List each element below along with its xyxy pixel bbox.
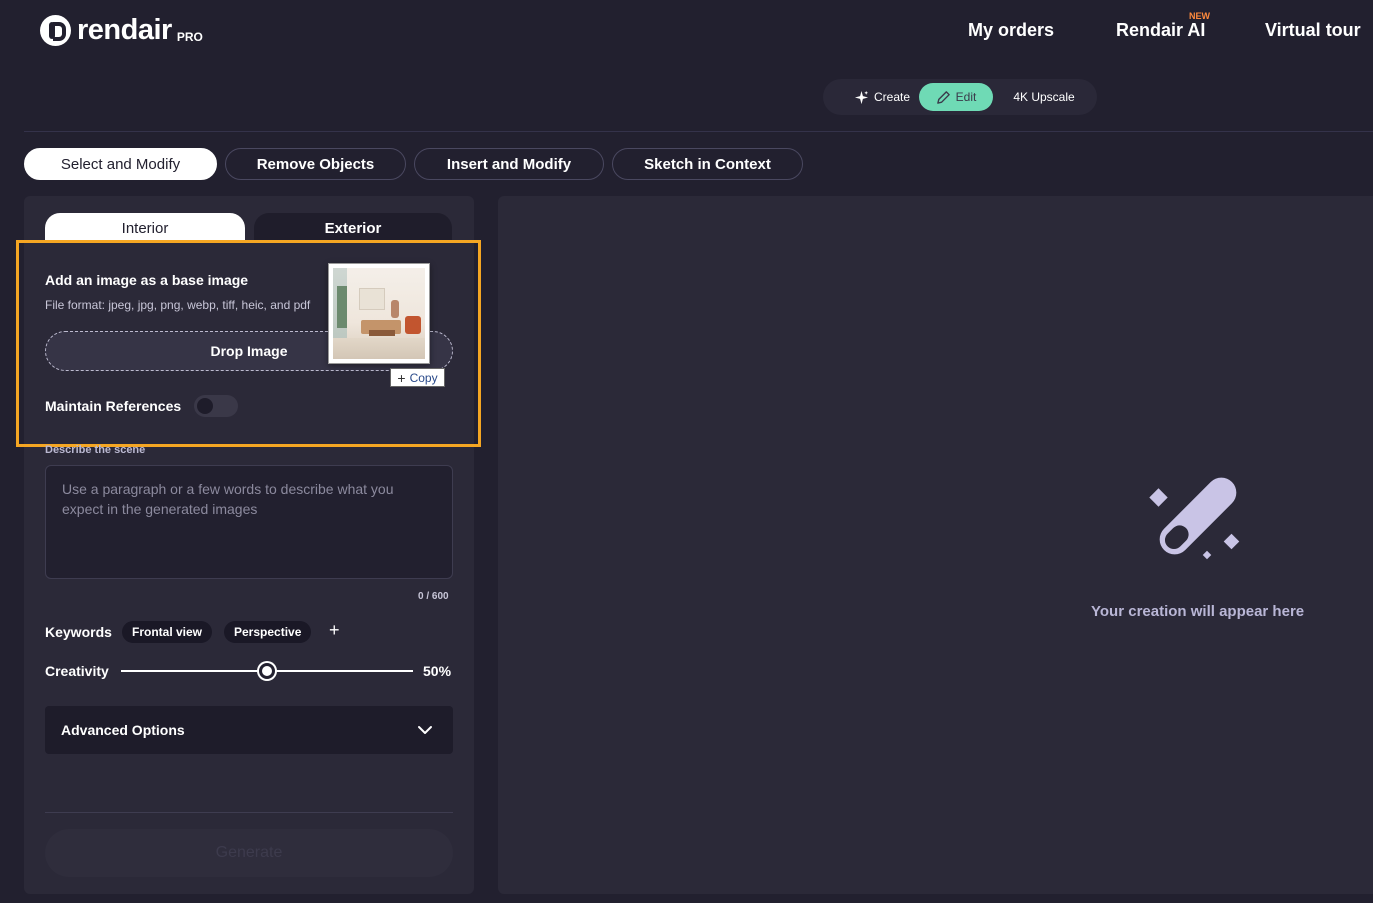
empty-state-text: Your creation will appear here [1091, 603, 1305, 620]
logo-text: rendair [77, 14, 172, 46]
tab-sketch-in-context[interactable]: Sketch in Context [612, 148, 803, 180]
chevron-down-icon [418, 726, 432, 734]
panel-divider [45, 812, 453, 813]
logo-icon [40, 15, 71, 46]
advanced-options-dropdown[interactable]: Advanced Options [45, 706, 453, 754]
creativity-slider-thumb[interactable] [259, 663, 275, 679]
mode-upscale[interactable]: 4K Upscale [1001, 83, 1087, 111]
pencil-icon [936, 90, 950, 104]
generate-button[interactable]: Generate [45, 829, 453, 877]
mode-edit[interactable]: Edit [919, 83, 993, 111]
sparkle-icon [854, 90, 869, 104]
header-divider [24, 131, 1373, 132]
nav-rendair-ai[interactable]: Rendair AI [1116, 20, 1205, 41]
logo-pro-badge: PRO [176, 29, 203, 44]
mode-switch: Create Edit 4K Upscale [823, 79, 1097, 115]
keyword-chip-perspective[interactable]: Perspective [224, 621, 312, 643]
creativity-label: Creativity [45, 663, 109, 679]
magic-wand-icon [1149, 477, 1240, 560]
segment-exterior[interactable]: Exterior [254, 213, 452, 243]
keyword-chip-frontal-view[interactable]: Frontal view [122, 621, 213, 643]
nav-virtual-tour[interactable]: Virtual tour [1265, 20, 1361, 41]
add-keyword-icon[interactable]: + [329, 620, 340, 641]
scene-label: Describe the scene [45, 444, 146, 456]
segment-interior[interactable]: Interior [45, 213, 245, 243]
nav-my-orders[interactable]: My orders [968, 20, 1054, 41]
tab-select-and-modify[interactable]: Select and Modify [24, 148, 217, 180]
mode-edit-label: Edit [955, 90, 977, 104]
keywords-label: Keywords [45, 624, 112, 640]
mode-upscale-label: 4K Upscale [1013, 90, 1075, 104]
highlight-box [16, 240, 481, 447]
scene-description-input[interactable] [45, 465, 453, 579]
tab-remove-objects[interactable]: Remove Objects [225, 148, 406, 180]
logo[interactable]: rendair PRO [40, 14, 203, 47]
advanced-options-label: Advanced Options [61, 722, 185, 738]
mode-create-label: Create [873, 90, 911, 104]
new-badge: NEW [1189, 11, 1210, 21]
tab-insert-and-modify[interactable]: Insert and Modify [414, 148, 604, 180]
char-count: 0 / 600 [418, 591, 449, 602]
mode-create[interactable]: Create [837, 83, 927, 111]
creativity-value: 50% [423, 663, 452, 679]
